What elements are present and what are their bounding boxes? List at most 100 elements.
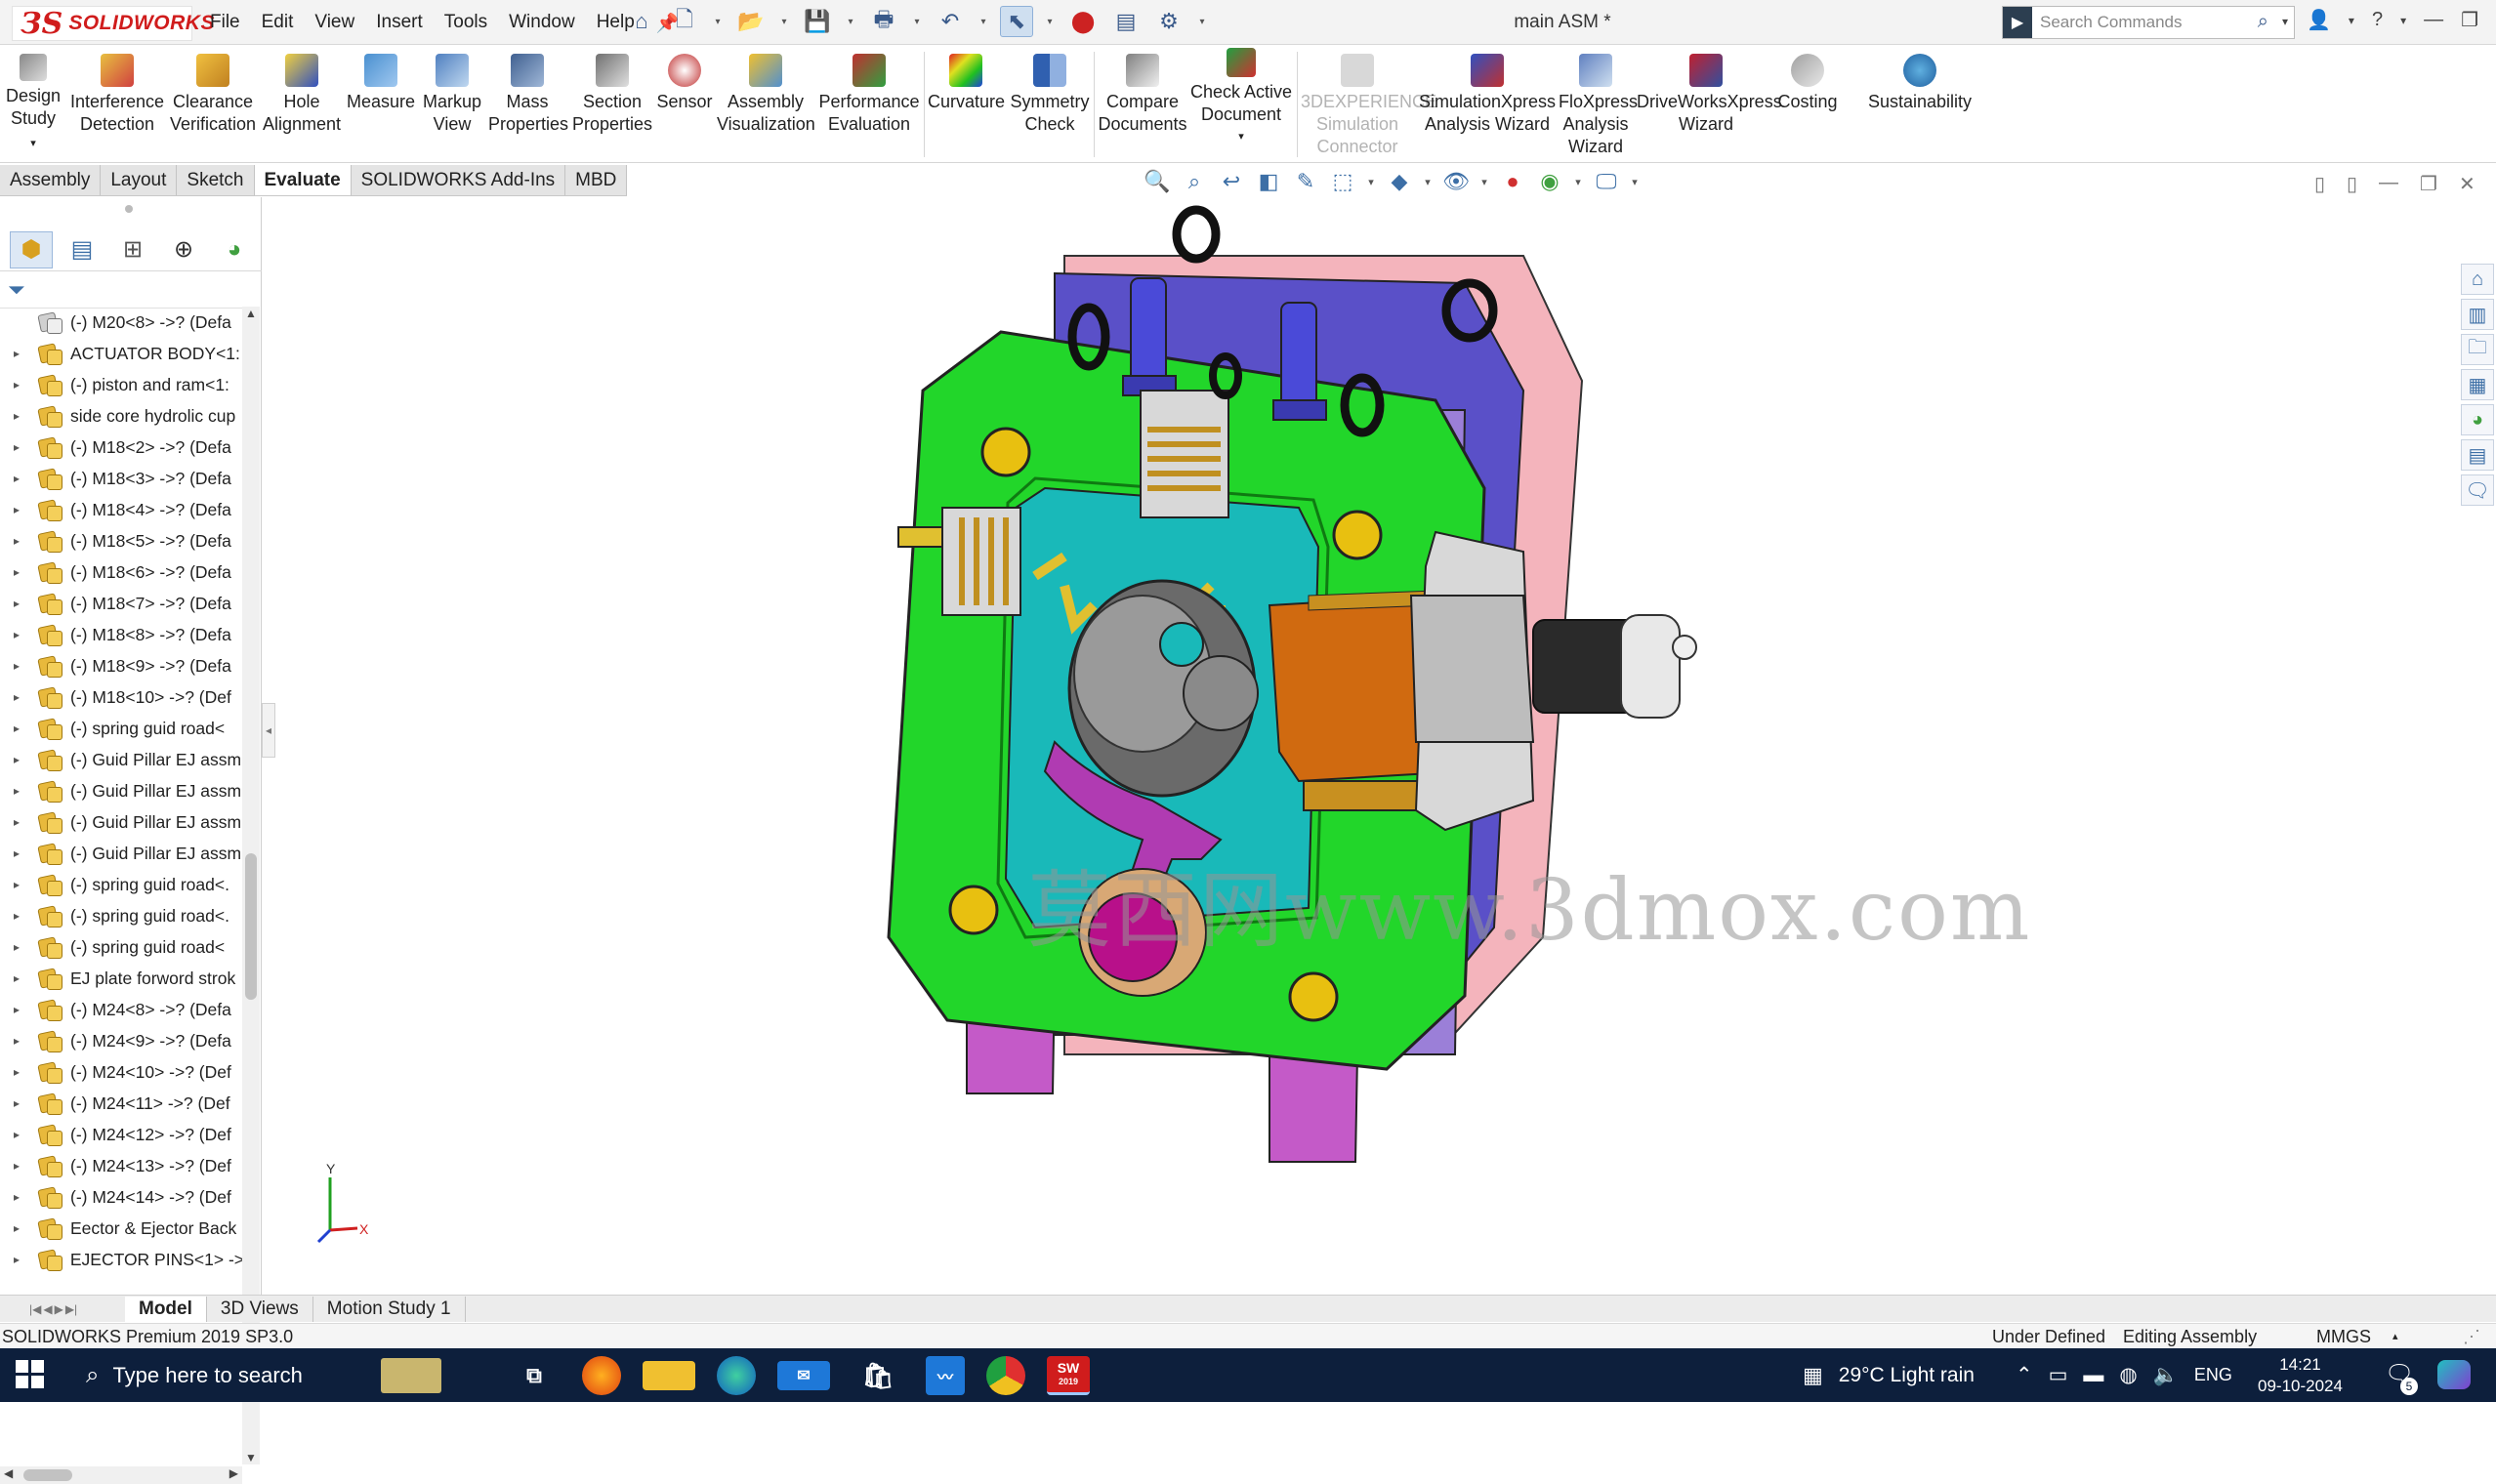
expand-arrow-icon[interactable]: ▸	[8, 494, 25, 525]
new-document-icon[interactable]: 🗋	[668, 6, 701, 37]
sensor-button[interactable]: Sensor	[656, 54, 713, 113]
restore-icon[interactable]: ❐	[2420, 172, 2437, 196]
scrollbar-thumb[interactable]	[23, 1469, 72, 1481]
zoom-to-area-icon[interactable]: ⌕	[1180, 168, 1209, 195]
menu-tools[interactable]: Tools	[444, 12, 487, 35]
expand-arrow-icon[interactable]: ▸	[8, 900, 25, 931]
tree-item[interactable]: ▸ (-) Guid Pillar EJ assm	[0, 838, 244, 869]
expand-arrow-icon[interactable]: ▸	[8, 775, 25, 806]
select-pointer-icon[interactable]: ⬉	[1000, 6, 1033, 37]
last-tab-icon[interactable]: ▶|	[65, 1302, 77, 1316]
expand-arrow-icon[interactable]: ▸	[8, 963, 25, 994]
tab-solidworks-add-ins[interactable]: SOLIDWORKS Add-Ins	[352, 165, 566, 195]
tab-evaluate[interactable]: Evaluate	[254, 165, 352, 195]
measure-button[interactable]: Measure	[346, 54, 416, 113]
file-explorer-icon[interactable]	[643, 1361, 695, 1390]
rebuild-traffic-light-icon[interactable]: ⬤	[1066, 6, 1100, 37]
tree-item[interactable]: ▸ (-) M18<10> ->? (Def	[0, 681, 244, 713]
chevron-down-icon[interactable]: ▾	[1629, 168, 1641, 195]
mail-icon[interactable]: ✉	[777, 1361, 830, 1390]
tree-item[interactable]: ▸ (-) M24<9> ->? (Defa	[0, 1025, 244, 1056]
dynamic-annotation-icon[interactable]: ✎	[1291, 168, 1320, 195]
tree-item[interactable]: ▸ (-) spring guid road<	[0, 713, 244, 744]
chevron-down-icon[interactable]: ▾	[30, 138, 36, 149]
tree-item[interactable]: ▸ (-) spring guid road<.	[0, 869, 244, 900]
expand-arrow-icon[interactable]: ▸	[8, 556, 25, 588]
expand-arrow-icon[interactable]: ▸	[8, 869, 25, 900]
edit-appearance-icon[interactable]: ●	[1498, 168, 1527, 195]
tree-item[interactable]: ▸ EJECTOR PINS<1> ->	[0, 1244, 244, 1275]
expand-arrow-icon[interactable]: ▸	[8, 931, 25, 963]
solidworks-logo[interactable]: ЗS SOLIDWORKS	[12, 6, 214, 41]
expand-arrow-icon[interactable]: ▸	[8, 400, 25, 432]
undo-icon[interactable]: ↶	[934, 6, 967, 37]
tree-item[interactable]: ▸ EJ plate forword strok	[0, 963, 244, 994]
expand-arrow-icon[interactable]: ▸	[8, 806, 25, 838]
solidworks-resources-icon[interactable]: ⌂	[2461, 264, 2494, 295]
tab-motion-study-1[interactable]: Motion Study 1	[313, 1296, 466, 1322]
taskbar-search[interactable]: ⌕ Type here to search	[70, 1348, 363, 1402]
solidworks-taskbar-icon[interactable]: SW 2019	[1047, 1356, 1090, 1395]
hide-show-items-icon[interactable]: 👁	[1441, 168, 1471, 195]
unit-system[interactable]: MMGS	[2316, 1324, 2371, 1349]
scroll-right-icon[interactable]: ▶	[229, 1466, 238, 1480]
file-properties-icon[interactable]: ▤	[1109, 6, 1143, 37]
expand-arrow-icon[interactable]: ▸	[8, 1150, 25, 1181]
menu-file[interactable]: File	[210, 12, 240, 35]
options-gear-icon[interactable]: ⚙	[1152, 6, 1186, 37]
menu-window[interactable]: Window	[509, 12, 575, 35]
expand-arrow-icon[interactable]: ▸	[8, 1056, 25, 1088]
expand-arrow-icon[interactable]: ▸	[8, 681, 25, 713]
tab-assembly[interactable]: Assembly	[0, 165, 102, 195]
tree-item[interactable]: ▸ (-) Guid Pillar EJ assm	[0, 744, 244, 775]
section-view-icon[interactable]: ◧	[1254, 168, 1283, 195]
tree-item[interactable]: ▸ (-) M24<8> ->? (Defa	[0, 994, 244, 1025]
menu-insert[interactable]: Insert	[376, 12, 423, 35]
tree-item[interactable]: ▸ ACTUATOR BODY<1:	[0, 338, 244, 369]
file-explorer-icon[interactable]: 🗀	[2461, 334, 2494, 365]
display-style-icon[interactable]: ◆	[1385, 168, 1414, 195]
tab-model[interactable]: Model	[125, 1296, 207, 1322]
chevron-down-icon[interactable]: ▾	[977, 6, 990, 37]
tab-3d-views[interactable]: 3D Views	[207, 1296, 313, 1322]
design-library-icon[interactable]: ▥	[2461, 299, 2494, 330]
tree-item[interactable]: ▸ (-) M18<5> ->? (Defa	[0, 525, 244, 556]
firefox-icon[interactable]	[582, 1356, 621, 1395]
tree-item[interactable]: ▸ side core hydrolic cup	[0, 400, 244, 432]
driveworksxpress-button[interactable]: DriveWorksXpress Wizard	[1637, 54, 1782, 136]
expand-arrow-icon[interactable]: ▸	[8, 650, 25, 681]
expand-arrow-icon[interactable]: ▸	[8, 713, 25, 744]
compare-documents-button[interactable]: Compare Documents	[1098, 54, 1187, 136]
mass-properties-button[interactable]: Mass Properties	[488, 54, 568, 136]
view-orientation-icon[interactable]: ⬚	[1328, 168, 1357, 195]
expand-arrow-icon[interactable]: ▸	[8, 1181, 25, 1213]
minimize-icon[interactable]: —	[2424, 9, 2443, 31]
meet-now-icon[interactable]: ▭	[2049, 1363, 2068, 1387]
apply-scene-icon[interactable]: ◉	[1535, 168, 1564, 195]
appearances-icon[interactable]: ◕	[2461, 404, 2494, 435]
chevron-down-icon[interactable]: ▾	[1572, 168, 1584, 195]
configuration-manager-tab-icon[interactable]: ⊞	[111, 231, 154, 268]
zoom-to-fit-icon[interactable]: 🔍	[1143, 168, 1172, 195]
expand-arrow-icon[interactable]: ▸	[8, 1244, 25, 1275]
tab-mbd[interactable]: MBD	[565, 165, 628, 195]
check-active-document-button[interactable]: Check Active Document ▾	[1189, 48, 1293, 148]
costing-button[interactable]: Costing	[1773, 54, 1842, 113]
scrollbar-thumb[interactable]	[245, 853, 257, 1000]
section-properties-button[interactable]: Section Properties	[570, 54, 654, 136]
minimize-icon[interactable]: —	[2379, 172, 2398, 196]
expand-arrow-icon[interactable]: ▸	[8, 1088, 25, 1119]
tab-sketch[interactable]: Sketch	[177, 165, 255, 195]
assembly-visualization-button[interactable]: Assembly Visualization	[717, 54, 815, 136]
tree-item[interactable]: ▸ Eector & Ejector Back	[0, 1213, 244, 1244]
tree-horizontal-scrollbar[interactable]: ◀ ▶	[0, 1466, 242, 1484]
chevron-down-icon[interactable]: ▾	[1189, 126, 1293, 148]
print-icon[interactable]: 🖶	[867, 6, 900, 37]
mold-assembly-model[interactable]	[275, 197, 2463, 1291]
scroll-down-icon[interactable]: ▼	[242, 1451, 260, 1464]
graphics-area[interactable]: 莫西网www.3dmox.com Y X	[275, 197, 2463, 1291]
tree-item[interactable]: ▸ (-) M18<8> ->? (Defa	[0, 619, 244, 650]
resize-grip-icon[interactable]: ⋰	[2463, 1324, 2480, 1349]
tree-item[interactable]: ▸ (-) M24<12> ->? (Def	[0, 1119, 244, 1150]
chevron-down-icon[interactable]: ▾	[1478, 168, 1490, 195]
